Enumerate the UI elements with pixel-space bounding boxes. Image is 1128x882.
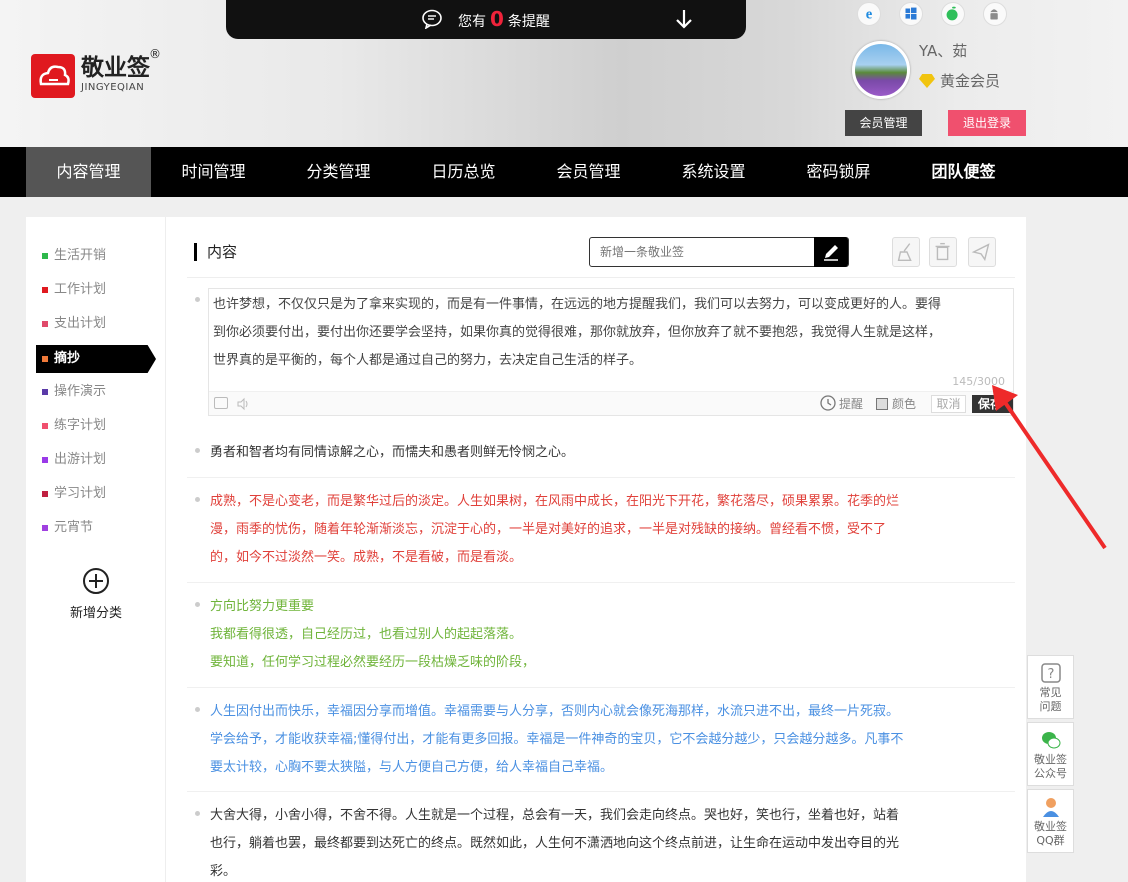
faq-button[interactable]: ? 常见 问题 [1027,655,1074,719]
category-dot [42,287,48,293]
category-sidebar: 生活开销 工作计划 支出计划 摘抄 操作演示 练字计划 出游计划 学习计划 元宵… [26,217,166,882]
note-bullet [195,707,200,712]
category-item[interactable]: 学习计划 [36,481,156,507]
wechat-account-button[interactable]: 敬业签 公众号 [1027,722,1074,786]
note-editor[interactable]: 也许梦想，不仅仅只是为了拿来实现的，而是有一件事情，在远远的地方提醒我们，我们可… [208,288,1014,416]
new-note-input[interactable] [590,238,816,266]
category-dot [42,491,48,497]
annotation-arrow-icon [992,385,1107,550]
logo-subtext: JINGYEQIAN [81,82,145,93]
category-dot [42,423,48,429]
svg-text:e: e [866,7,873,23]
plus-circle-icon [83,568,109,594]
notification-text: 您有 0 条提醒 [458,7,550,31]
svg-text:?: ? [1047,667,1054,682]
ie-icon[interactable]: e [857,2,881,26]
note-bullet [195,811,200,816]
content-panel: 生活开销 工作计划 支出计划 摘抄 操作演示 练字计划 出游计划 学习计划 元宵… [26,217,1026,882]
category-dot [42,525,48,531]
category-item[interactable]: 生活开销 [36,243,156,269]
color-swatch-icon[interactable] [876,398,888,410]
member-level: 黄金会员 [919,70,1000,91]
question-icon: ? [1040,663,1061,683]
category-dot [42,389,48,395]
broom-icon[interactable] [892,237,920,267]
qq-group-button[interactable]: 敬业签 QQ群 [1027,789,1074,853]
editor-toolbar: 提醒 颜色 取消 保存 [209,391,1013,415]
nav-calendar-overview[interactable]: 日历总览 [401,147,526,197]
windows-icon[interactable] [899,2,923,26]
category-item[interactable]: 支出计划 [36,311,156,337]
image-icon[interactable] [214,397,228,409]
member-management-button[interactable]: 会员管理 [845,110,922,136]
divider [187,791,1015,792]
category-dot [42,356,48,362]
divider [187,477,1015,478]
logo-mark [31,54,75,98]
divider [187,687,1015,688]
note-item[interactable]: 方向比努力更重要 我都看得很透，自己经历过，也看过别人的起起落落。 要知道，任何… [210,593,970,677]
add-category-button[interactable]: 新增分类 [26,568,166,621]
send-icon[interactable] [968,237,996,267]
nav-member-management[interactable]: 会员管理 [526,147,651,197]
color-option[interactable]: 颜色 [892,395,916,413]
category-dot [42,253,48,259]
note-item[interactable]: 大舍大得，小舍小得，不舍不得。人生就是一个过程，总会有一天，我们会走向终点。哭也… [210,802,970,882]
category-item[interactable]: 练字计划 [36,413,156,439]
chat-bubble-icon [422,9,442,29]
category-dot [42,457,48,463]
note-item[interactable]: 成熟，不是心变老，而是繁华过后的淡定。人生如果树，在风雨中成长，在阳光下开花，繁… [210,488,970,572]
remind-option[interactable]: 提醒 [839,395,863,413]
nav-time-management[interactable]: 时间管理 [151,147,276,197]
divider [187,277,1015,278]
nav-content-management[interactable]: 内容管理 [26,147,151,197]
category-item[interactable]: 工作计划 [36,277,156,303]
cancel-button[interactable]: 取消 [931,395,966,413]
note-bullet [195,602,200,607]
note-bullet [195,497,200,502]
add-category-label: 新增分类 [69,606,122,621]
speaker-icon[interactable] [236,397,250,411]
category-item[interactable]: 操作演示 [36,379,156,405]
category-item[interactable]: 元宵节 [36,515,156,541]
nav-team-notes[interactable]: 团队便签 [901,147,1026,197]
new-note-box [589,237,849,267]
qq-person-icon [1042,798,1059,817]
editor-text[interactable]: 也许梦想，不仅仅只是为了拿来实现的，而是有一件事情，在远远的地方提醒我们，我们可… [213,291,1008,375]
notes-area: 内容 也许梦想，不仅仅只是为了拿来实现的，而是有一件事情，在远远的地方提醒我们，… [167,217,1026,882]
clock-icon[interactable] [820,395,836,411]
arrow-down-icon[interactable] [673,8,695,30]
diamond-icon [919,74,935,88]
category-item-selected[interactable]: 摘抄 [36,345,156,373]
notification-bar[interactable]: 您有 0 条提醒 [226,0,746,39]
header: 您有 0 条提醒 敬业签 ® JINGYEQIAN e YA、茹 黄金会员 会员管理… [0,0,1128,147]
logo-text: 敬业签 [81,55,150,81]
category-dot [42,321,48,327]
content-title: 内容 [194,243,237,261]
divider [187,582,1015,583]
nav-category-management[interactable]: 分类管理 [276,147,401,197]
trash-icon[interactable] [929,237,957,267]
nav-system-settings[interactable]: 系统设置 [651,147,776,197]
nav-password-lock[interactable]: 密码锁屏 [776,147,901,197]
main-nav: 内容管理 时间管理 分类管理 日历总览 会员管理 系统设置 密码锁屏 团队便签 [0,147,1128,197]
registered-mark: ® [149,47,161,61]
android-icon[interactable] [983,2,1007,26]
apple-icon[interactable] [941,2,965,26]
logo[interactable]: 敬业签 ® JINGYEQIAN [31,47,181,100]
logout-button[interactable]: 退出登录 [948,110,1026,136]
category-item[interactable]: 出游计划 [36,447,156,473]
note-bullet [195,448,200,453]
wechat-icon [1041,732,1060,749]
note-item[interactable]: 人生因付出而快乐，幸福因分享而增值。幸福需要与人分享，否则内心就会像死海那样，水… [210,698,970,782]
username: YA、茹 [919,42,968,60]
avatar[interactable] [852,41,910,99]
notification-count: 0 [490,7,504,31]
note-bullet [195,297,200,302]
note-item[interactable]: 勇者和智者均有同情谅解之心，而懦夫和愚者则鲜无怜悯之心。 [210,439,970,467]
pen-icon[interactable] [814,237,848,267]
platform-icons: e [857,2,1017,28]
